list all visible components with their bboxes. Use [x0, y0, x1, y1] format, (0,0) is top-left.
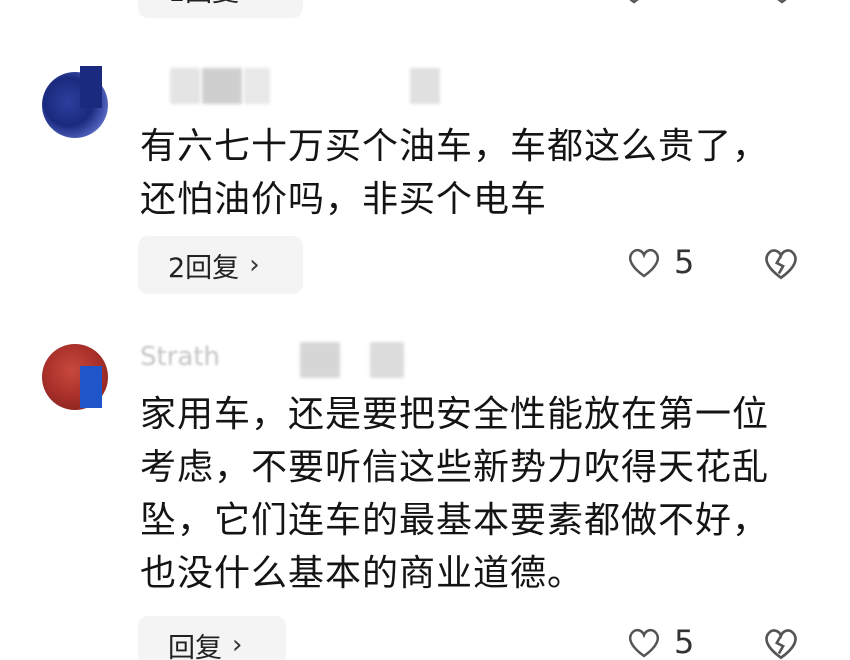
username-redaction — [244, 68, 270, 104]
username[interactable]: Strath — [140, 342, 640, 382]
chevron-right-icon: › — [249, 250, 260, 280]
comment-line: 坠，它们连车的最基本要素都做不好， — [140, 500, 770, 541]
reply-button[interactable]: 1回复 › — [138, 0, 303, 18]
comment-line: 有六七十万买个油车，车都这么贵了， — [140, 126, 770, 167]
comment-line: 还怕油价吗，非买个电车 — [140, 179, 548, 220]
username-redaction — [202, 68, 242, 104]
reply-button[interactable]: 2回复 › — [138, 236, 303, 294]
username-redaction — [410, 68, 440, 104]
like-button[interactable]: 5 — [624, 242, 694, 282]
heart-outline-icon — [628, 248, 660, 278]
chevron-down-icon — [668, 0, 708, 8]
username-redaction — [370, 342, 404, 378]
like-button[interactable]: 5 — [624, 622, 694, 660]
like-count: 5 — [674, 243, 695, 281]
comment-list: 1回复 › 有六七十万买个油车，车都这么贵了， 还怕油价吗，非买个电车 — [0, 0, 850, 660]
chevron-right-icon: › — [232, 630, 243, 660]
chevron-right-icon: › — [249, 0, 259, 4]
broken-heart-icon[interactable] — [760, 242, 802, 284]
heart-outline-icon — [628, 628, 660, 658]
avatar-badge — [80, 66, 102, 108]
username-redaction — [170, 68, 200, 104]
reply-label: 1回复 — [168, 0, 239, 9]
comment-actions: 2回复 › 5 — [0, 236, 850, 296]
reply-label: 2回复 — [168, 252, 240, 284]
reply-label: 回复 — [168, 632, 222, 660]
comment-line: 考虑，不要听信这些新势力吹得天花乱 — [140, 447, 770, 488]
username-redaction — [300, 342, 340, 378]
broken-heart-icon[interactable] — [760, 622, 802, 660]
avatar-badge — [80, 366, 102, 408]
reply-button[interactable]: 回复 › — [138, 616, 286, 660]
comment-text: 有六七十万买个油车，车都这么贵了， 还怕油价吗，非买个电车 — [140, 120, 820, 226]
heart-outline-icon[interactable] — [614, 0, 654, 8]
comment-line: 也没什么基本的商业道德。 — [140, 553, 585, 594]
username[interactable] — [140, 68, 640, 108]
username-text: Strath — [140, 342, 220, 372]
broken-heart-icon[interactable] — [762, 0, 802, 8]
comment-text: 家用车，还是要把安全性能放在第一位 考虑，不要听信这些新势力吹得天花乱 坠，它们… — [140, 388, 820, 600]
like-count: 5 — [674, 623, 695, 660]
previous-comment-actions: 1回复 › — [0, 0, 850, 22]
comment-line: 家用车，还是要把安全性能放在第一位 — [140, 394, 770, 435]
comment-actions: 回复 › 5 — [0, 616, 850, 660]
